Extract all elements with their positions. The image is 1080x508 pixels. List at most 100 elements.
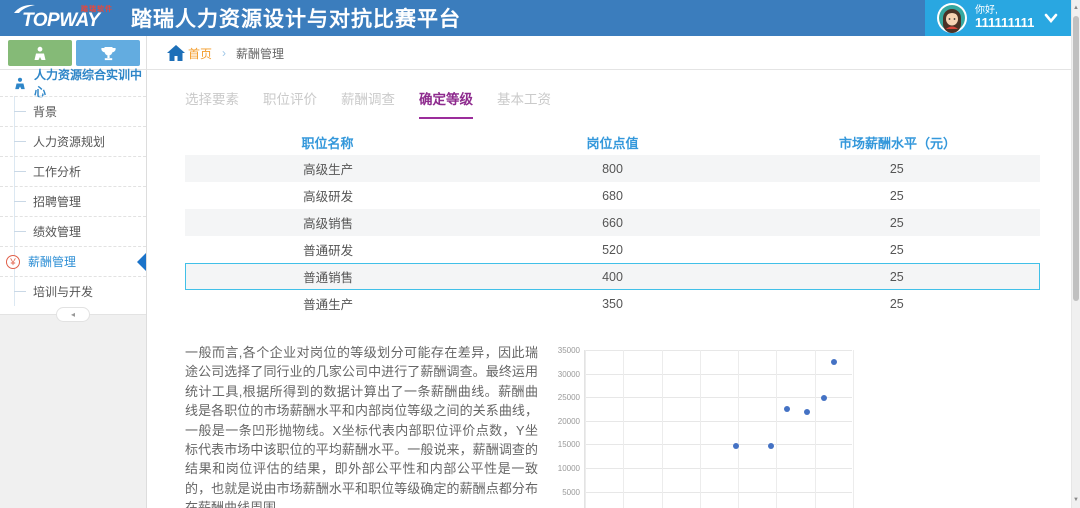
- y-axis-tick-label: 25000: [557, 393, 580, 403]
- table-row[interactable]: 普通研发 520 25: [185, 236, 1040, 263]
- sidebar: 人力资源综合实训中心 背景人力资源规划工作分析招聘管理绩效管理 ￥ 薪酬管理培训与开…: [0, 68, 147, 508]
- y-axis-tick-label: 20000: [557, 416, 580, 426]
- scroll-down-arrow-icon[interactable]: ▼: [1072, 494, 1080, 506]
- y-gridline: [585, 350, 852, 351]
- table-cell: 350: [602, 296, 623, 311]
- table-cell: 高级销售: [303, 217, 354, 231]
- table-row[interactable]: 高级销售 660 25: [185, 209, 1040, 236]
- scatter-point[interactable]: [820, 395, 827, 402]
- breadcrumb-home-link[interactable]: 首页: [188, 45, 212, 62]
- tree-tick-icon: [14, 291, 26, 292]
- sidebar-item-label: 人力资源规划: [33, 135, 106, 149]
- vertical-scrollbar[interactable]: ▲ ▼: [1071, 0, 1080, 508]
- home-icon[interactable]: [166, 44, 186, 62]
- table-cell: 普通研发: [303, 244, 354, 258]
- tree-tick-icon: [14, 231, 26, 232]
- scatter-point[interactable]: [783, 406, 790, 413]
- x-gridline: [738, 350, 740, 508]
- user-info: 你好, 111111111: [975, 5, 1034, 31]
- sidebar-item-3[interactable]: 招聘管理: [0, 186, 146, 216]
- y-gridline: [585, 397, 852, 399]
- tab-1[interactable]: 职位评价: [263, 88, 317, 119]
- breadcrumb: 首页 › 薪酬管理: [166, 36, 284, 70]
- bottom-section: 一般而言,各个企业对岗位的等级划分可能存在差异，因此瑞途公司选择了同行业的几家公…: [148, 343, 1071, 508]
- table-cell: 660: [602, 215, 623, 230]
- y-gridline: [585, 468, 852, 469]
- x-gridline: [776, 350, 778, 508]
- sidebar-item-4[interactable]: 绩效管理: [0, 216, 146, 246]
- x-gridline: [623, 350, 625, 508]
- table-cell: 25: [889, 215, 904, 230]
- x-gridline: [699, 350, 701, 508]
- y-gridline: [585, 444, 852, 446]
- toolbar: [0, 36, 147, 70]
- x-gridline: [853, 350, 854, 508]
- table-cell: 高级生产: [303, 163, 354, 177]
- table-cell: 25: [889, 296, 904, 311]
- sidebar-item-5[interactable]: ￥ 薪酬管理: [0, 246, 146, 276]
- sidebar-item-0[interactable]: 背景: [0, 96, 146, 126]
- sidebar-item-label: 培训与开发: [33, 285, 94, 299]
- tab-3[interactable]: 确定等级: [419, 88, 473, 119]
- y-gridline: [585, 373, 852, 375]
- tree-tick-icon: [14, 171, 26, 172]
- x-gridline: [585, 350, 586, 508]
- training-center-icon: [15, 77, 25, 89]
- y-gridline: [585, 491, 852, 493]
- tab-4[interactable]: 基本工资: [497, 88, 551, 119]
- tree-tick-icon: [14, 201, 26, 202]
- user-avatar: [937, 3, 967, 33]
- table-cell: 400: [602, 269, 623, 284]
- breadcrumb-current: 薪酬管理: [236, 46, 285, 61]
- table-row[interactable]: 普通生产 350 25: [185, 290, 1040, 317]
- user-panel[interactable]: 你好, 111111111: [925, 0, 1071, 36]
- tab-2[interactable]: 薪酬调查: [341, 88, 395, 119]
- salary-icon: ￥: [6, 254, 20, 269]
- sidebar-item-6[interactable]: 培训与开发: [0, 276, 146, 306]
- competition-mode-button[interactable]: [76, 40, 140, 66]
- salary-curve-description: 一般而言,各个企业对岗位的等级划分可能存在差异，因此瑞途公司选择了同行业的几家公…: [185, 345, 538, 508]
- table-cell: 普通生产: [303, 298, 354, 312]
- scatter-point[interactable]: [804, 409, 811, 416]
- table-column-header: 岗位点值: [586, 135, 639, 151]
- table-cell: 高级研发: [303, 190, 354, 204]
- sidebar-item-2[interactable]: 工作分析: [0, 156, 146, 186]
- table-cell: 25: [889, 188, 904, 203]
- chart-plot-area: [584, 350, 854, 508]
- sidebar-item-label: 绩效管理: [33, 225, 82, 239]
- table-cell: 25: [889, 161, 904, 176]
- app-window: TOPWAY 踏瑞软件 踏瑞人力资源设计与对抗比赛平台 你好, 11111111…: [0, 0, 1080, 508]
- table-row[interactable]: 普通销售 400 25: [185, 263, 1040, 290]
- active-item-arrow-icon: [137, 253, 146, 271]
- table-cell: 800: [602, 161, 623, 176]
- collapse-left-icon: ◂: [70, 310, 75, 319]
- table-cell: 680: [602, 188, 623, 203]
- x-gridline: [814, 350, 816, 508]
- salary-scatter-chart: 5000 10000 15000 20000 25000 30000 35000: [546, 343, 862, 508]
- tab-0[interactable]: 选择要素: [185, 88, 239, 119]
- table-row[interactable]: 高级生产 800 25: [185, 155, 1040, 182]
- y-axis-tick-label: 15000: [557, 440, 580, 450]
- table-cell: 普通销售: [303, 271, 354, 285]
- table-row[interactable]: 高级研发 680 25: [185, 182, 1040, 209]
- scatter-point[interactable]: [768, 442, 775, 449]
- chevron-down-icon[interactable]: [1044, 13, 1058, 23]
- salary-table: 职位名称 岗位点值 市场薪酬水平（元） 高级生产 800 25 高级研发 680 25 高级销售…: [185, 129, 1040, 317]
- x-gridline: [661, 350, 663, 508]
- sidebar-collapse-button[interactable]: ◂: [56, 307, 90, 322]
- scroll-up-arrow-icon[interactable]: ▲: [1072, 2, 1080, 14]
- user-name: 111111111: [975, 15, 1035, 31]
- page-title: 踏瑞人力资源设计与对抗比赛平台: [131, 8, 461, 31]
- tree-tick-icon: [14, 141, 26, 142]
- y-gridline: [585, 420, 852, 422]
- sidebar-item-1[interactable]: 人力资源规划: [0, 126, 146, 156]
- scatter-point[interactable]: [831, 359, 838, 366]
- sidebar-center-title[interactable]: 人力资源综合实训中心: [0, 68, 146, 99]
- table-cell: 25: [889, 269, 904, 284]
- table-header-row: 职位名称 岗位点值 市场薪酬水平（元）: [185, 129, 1040, 155]
- top-header: TOPWAY 踏瑞软件 踏瑞人力资源设计与对抗比赛平台 你好, 11111111…: [0, 0, 1071, 36]
- person-icon: [34, 46, 46, 60]
- practice-mode-button[interactable]: [8, 40, 72, 66]
- scrollbar-thumb[interactable]: [1073, 16, 1079, 301]
- sidebar-item-label: 招聘管理: [33, 195, 82, 209]
